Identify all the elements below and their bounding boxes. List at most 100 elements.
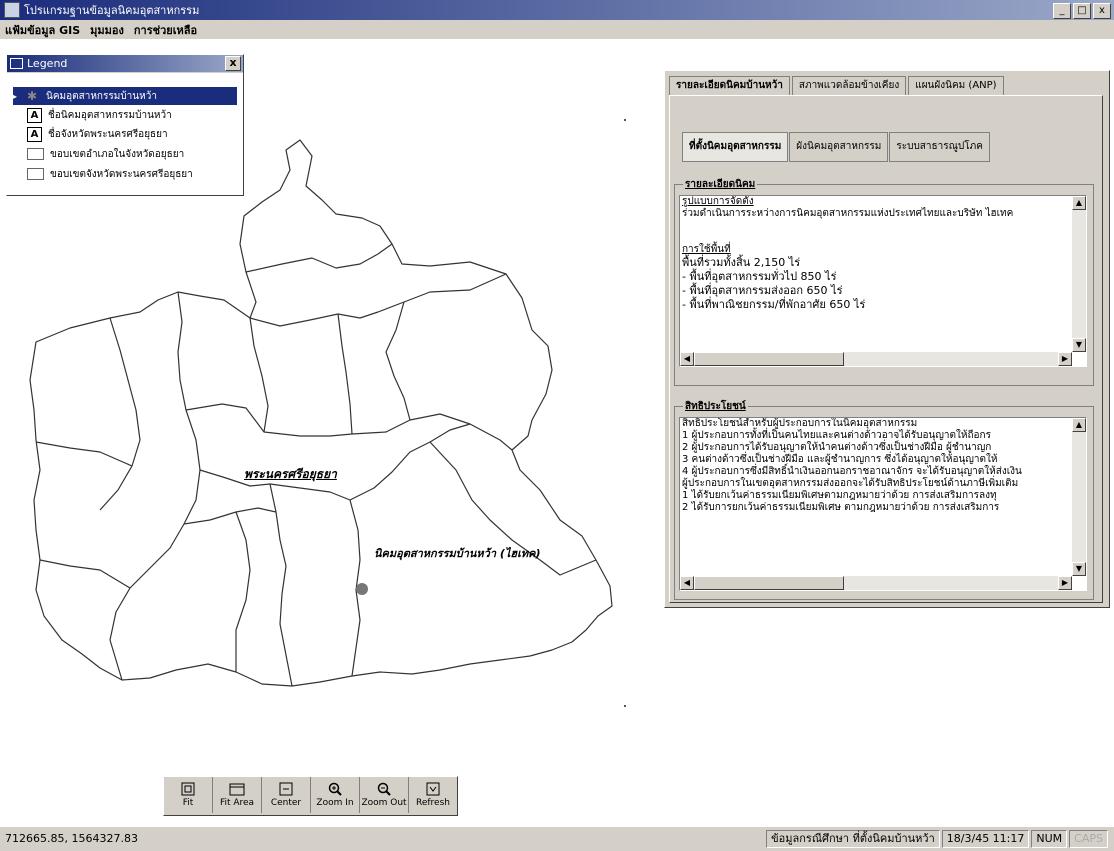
estate-label: นิคมอุตสาหกรรมบ้านหว้า (ไฮเทค) [374, 547, 541, 560]
scroll-thumb[interactable] [694, 352, 844, 366]
legend-item-label: ชื่อจังหวัดพระนครศรีอยุธยา [48, 128, 168, 140]
legend-item-label: นิคมอุตสาหกรรมบ้านหว้า [46, 90, 157, 102]
info-panel: รายละเอียดนิคมบ้านหว้า สภาพแวดล้อมข้างเค… [664, 70, 1110, 608]
scroll-thumb[interactable] [694, 576, 844, 590]
zoom-out-button-label: Zoom Out [361, 798, 407, 808]
fit-button[interactable]: Fit [164, 777, 213, 813]
app-icon [4, 2, 20, 18]
star-icon: ✱ [27, 88, 38, 103]
status-bar: 712665.85, 1564327.83 ข้อมูลกรณีศึกษา ที… [0, 826, 1114, 851]
tab-sheet: ที่ตั้งนิคมอุตสาหกรรม ผังนิคมอุตสาหกรรม … [669, 95, 1103, 603]
scroll-left-icon[interactable]: ◀ [680, 352, 694, 366]
legend-item-label: ชื่อนิคมอุตสาหกรรมบ้านหว้า [48, 109, 172, 121]
subtab-layout[interactable]: ผังนิคมอุตสาหกรรม [789, 132, 889, 162]
legend-item-label: ขอบเขตอำเภอในจังหวัดอยุธยา [50, 148, 185, 160]
status-message: ข้อมูลกรณีศึกษา ที่ตั้งนิคมบ้านหว้า [766, 830, 940, 848]
cursor-coordinates: 712665.85, 1564327.83 [5, 832, 138, 845]
legend-item-province-name[interactable]: A ชื่อจังหวัดพระนครศรีอยุธยา [27, 125, 168, 143]
details-textbox[interactable]: รูปแบบการจัดตั้ง ร่วมดำเนินการระหว่างการ… [679, 195, 1087, 367]
window-controls: _ □ x [1053, 3, 1111, 19]
refresh-button[interactable]: Refresh [409, 777, 457, 813]
box-icon [27, 148, 44, 160]
details-label: รายละเอียดนิคม [683, 177, 758, 192]
zoom-in-icon [328, 782, 342, 796]
scroll-up-icon[interactable]: ▲ [1072, 196, 1086, 210]
zoom-in-button-label: Zoom In [316, 798, 354, 808]
estate-star-marker[interactable] [356, 583, 368, 595]
top-tabs: รายละเอียดนิคมบ้านหว้า สภาพแวดล้อมข้างเค… [669, 76, 1006, 96]
benefits-textbox[interactable]: สิทธิประโยชน์สำหรับผู้ประกอบการในนิคมอุต… [679, 417, 1087, 591]
sub-tabs: ที่ตั้งนิคมอุตสาหกรรม ผังนิคมอุตสาหกรรม … [682, 132, 991, 162]
details-line: ร่วมดำเนินการระหว่างการนิคมอุตสาหกรรมแห่… [682, 208, 1014, 219]
scroll-left-icon[interactable]: ◀ [680, 576, 694, 590]
center-button[interactable]: Center [262, 777, 311, 813]
scroll-right-icon[interactable]: ▶ [1058, 576, 1072, 590]
zoom-in-button[interactable]: Zoom In [311, 777, 360, 813]
tab-surroundings[interactable]: สภาพแวดล้อมข้างเคียง [791, 76, 907, 96]
benefits-line: 2 ผู้ประกอบการได้รับอนุญาตให้นำคนต่างด้า… [682, 442, 992, 453]
legend-icon [10, 58, 23, 69]
details-line: การใช้พื้นที่ [682, 244, 731, 255]
benefits-line: 1 ได้รับยกเว้นค่าธรรมเนียมพิเศษตามกฎหมาย… [682, 490, 997, 501]
legend-title: Legend [27, 57, 68, 70]
details-group: รายละเอียดนิคม รูปแบบการจัดตั้ง ร่วมดำเน… [674, 177, 1094, 386]
legend-item-estate[interactable]: ▸ ✱ นิคมอุตสาหกรรมบ้านหว้า [13, 87, 237, 105]
benefits-line: ผู้ประกอบการในเขตอุตสาหกรรมส่งออกจะได้รั… [682, 478, 1019, 489]
details-line: รูปแบบการจัดตั้ง [682, 196, 754, 207]
fit-button-label: Fit [182, 798, 194, 808]
benefits-hscroll[interactable]: ◀ ▶ [680, 576, 1072, 590]
close-button[interactable]: x [1093, 3, 1111, 19]
fit-area-button-label: Fit Area [219, 798, 255, 808]
tab-estate-plan[interactable]: แผนผังนิคม (ANP) [908, 76, 1004, 96]
refresh-icon [426, 782, 440, 796]
window-title: โปรแกรมฐานข้อมูลนิคมอุตสาหกรรม [24, 4, 200, 17]
tab-estate-details[interactable]: รายละเอียดนิคมบ้านหว้า [669, 76, 790, 96]
menubar: แฟ้มข้อมูล GIS มุมมอง การช่วยเหลือ [0, 20, 1114, 39]
status-datetime: 18/3/45 11:17 [941, 830, 1030, 848]
menu-gis-file[interactable]: แฟ้มข้อมูล GIS [0, 21, 85, 39]
benefits-line: 3 คนต่างด้าวซึ่งเป็นช่างฝีมือ และผู้ชำนา… [682, 454, 998, 465]
benefits-line: 2 ได้รับการยกเว้นค่าธรรมเนียมพิเศษ ตามกฎ… [682, 502, 1000, 513]
benefits-group: สิทธิประโยชน์ สิทธิประโยชน์สำหรับผู้ประก… [674, 399, 1094, 600]
legend-item-district-boundary[interactable]: ขอบเขตอำเภอในจังหวัดอยุธยา [27, 145, 184, 163]
details-line [680, 220, 1086, 232]
subtab-utilities[interactable]: ระบบสาธารณูปโภค [889, 132, 990, 162]
zoom-out-icon [377, 782, 391, 796]
scroll-up-icon[interactable]: ▲ [1072, 418, 1086, 432]
subtab-location[interactable]: ที่ตั้งนิคมอุตสาหกรรม [682, 132, 789, 162]
menu-help[interactable]: การช่วยเหลือ [129, 21, 202, 39]
menu-view[interactable]: มุมมอง [85, 21, 129, 39]
details-line: - พื้นที่อุตสาหกรรมส่งออก 650 ไร่ [682, 284, 843, 297]
legend-item-province-boundary[interactable]: ขอบเขตจังหวัดพระนครศรีอยุธยา [27, 165, 193, 183]
details-hscroll[interactable]: ◀ ▶ [680, 352, 1072, 366]
legend-titlebar[interactable]: Legend x [7, 55, 243, 72]
label-a-icon: A [27, 107, 42, 123]
benefits-vscroll[interactable]: ▲ ▼ [1072, 418, 1086, 576]
label-a-icon: A [27, 126, 42, 142]
center-icon [279, 782, 293, 796]
legend-item-estate-name[interactable]: A ชื่อนิคมอุตสาหกรรมบ้านหว้า [27, 106, 172, 124]
num-lock-indicator: NUM [1031, 830, 1068, 848]
minimize-button[interactable]: _ [1053, 3, 1071, 19]
scroll-down-icon[interactable]: ▼ [1072, 338, 1086, 352]
zoom-out-button[interactable]: Zoom Out [360, 777, 409, 813]
legend-window[interactable]: Legend x ▸ ✱ นิคมอุตสาหกรรมบ้านหว้า A ชื… [6, 54, 244, 196]
fit-icon [181, 782, 195, 796]
fit-area-button[interactable]: Fit Area [213, 777, 262, 813]
window-titlebar: โปรแกรมฐานข้อมูลนิคมอุตสาหกรรม _ □ x [0, 0, 1114, 20]
benefits-line: 4 ผู้ประกอบการซึ่งมีสิทธิ์นำเงินออกนอกรา… [682, 466, 1022, 477]
legend-body: ▸ ✱ นิคมอุตสาหกรรมบ้านหว้า A ชื่อนิคมอุต… [7, 73, 243, 195]
details-line: - พื้นที่พาณิชยกรรม/ที่พักอาศัย 650 ไร่ [682, 298, 866, 311]
refresh-button-label: Refresh [416, 798, 450, 808]
maximize-button[interactable]: □ [1073, 3, 1091, 19]
benefits-label: สิทธิประโยชน์ [683, 399, 748, 414]
scroll-down-icon[interactable]: ▼ [1072, 562, 1086, 576]
scroll-right-icon[interactable]: ▶ [1058, 352, 1072, 366]
map-point [624, 119, 626, 121]
map-point [624, 705, 626, 707]
center-button-label: Center [270, 798, 302, 808]
legend-close-button[interactable]: x [225, 56, 241, 71]
details-vscroll[interactable]: ▲ ▼ [1072, 196, 1086, 352]
benefits-line: 1 ผู้ประกอบการทั้งที่เป็นคนไทยและคนต่างด… [682, 430, 991, 441]
map-toolbar: Fit Fit Area Center Zoom In Zoom Out Ref… [163, 776, 458, 816]
